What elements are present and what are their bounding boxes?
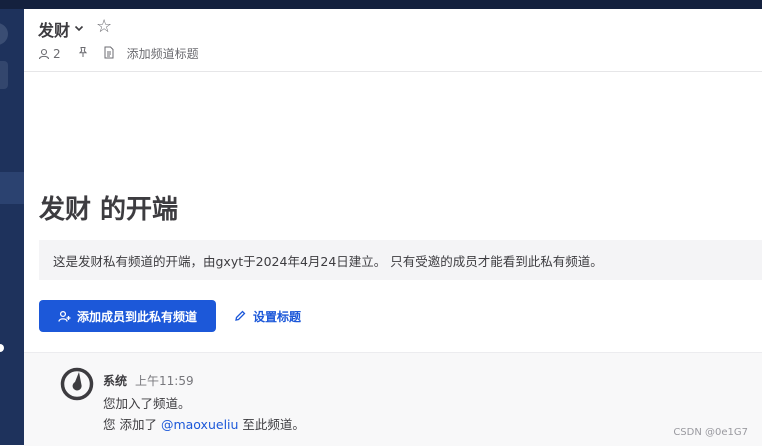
added-suffix: 至此频道。: [238, 417, 305, 432]
add-member-icon: [58, 310, 71, 322]
pin-icon[interactable]: [77, 46, 89, 61]
channel-intro-title: 发财 的开端: [39, 195, 179, 225]
channel-view: 发财 ☆ 2 添加频道标题 发财 的开端 这是发财私有频道的开端，由gxyt于2…: [24, 9, 762, 446]
sidebar: [0, 9, 24, 445]
sidebar-active-channel[interactable]: [0, 172, 24, 204]
message-header: 系统 上午11:59: [103, 372, 194, 389]
member-icon: [38, 48, 50, 59]
message-time[interactable]: 上午11:59: [135, 372, 194, 389]
message-text: 您加入了频道。: [103, 396, 191, 411]
team-avatar[interactable]: [0, 23, 8, 45]
channel-header: 发财 ☆ 2 添加频道标题: [24, 9, 762, 72]
watermark: CSDN @0e1G7: [673, 427, 748, 438]
set-header-label: 设置标题: [253, 309, 302, 324]
add-members-button[interactable]: 添加成员到此私有频道: [39, 300, 216, 332]
chevron-down-icon: [74, 23, 84, 36]
intro-description-text: 这是发财私有频道的开端，由gxyt于2024年4月24日建立。 只有受邀的成员才…: [53, 253, 603, 269]
set-header-button[interactable]: 设置标题: [234, 300, 301, 332]
add-channel-header-link[interactable]: 添加频道标题: [127, 45, 199, 62]
add-members-label: 添加成员到此私有频道: [76, 309, 197, 324]
message-list: 系统 上午11:59 您加入了频道。 您 添加了 @maoxueliu 至此频道…: [24, 352, 762, 446]
message-text-added: 您 添加了 @maoxueliu 至此频道。: [103, 414, 305, 433]
favorite-star-icon[interactable]: ☆: [96, 16, 112, 37]
channel-intro-description: 这是发财私有频道的开端，由gxyt于2024年4月24日建立。 只有受邀的成员才…: [39, 240, 762, 280]
channel-name: 发财: [38, 21, 71, 40]
channel-title-button[interactable]: 发财: [38, 17, 84, 41]
sidebar-search-box[interactable]: [0, 61, 8, 89]
member-count-button[interactable]: 2: [38, 47, 61, 61]
channel-meta: 2 添加频道标题: [38, 45, 199, 62]
added-prefix: 您 添加了: [103, 417, 161, 432]
files-icon[interactable]: [103, 46, 115, 62]
pencil-icon: [235, 310, 246, 321]
top-bar: [0, 0, 762, 9]
user-mention-link[interactable]: @maoxueliu: [161, 417, 238, 432]
member-count: 2: [53, 46, 61, 61]
message-author[interactable]: 系统: [103, 372, 127, 389]
sidebar-status-dot: [0, 344, 4, 352]
system-avatar-icon[interactable]: [60, 367, 94, 401]
